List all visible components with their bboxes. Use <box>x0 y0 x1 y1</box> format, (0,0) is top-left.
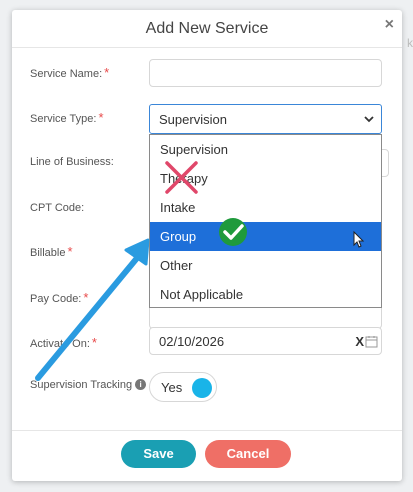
footer-divider <box>12 430 402 431</box>
calendar-icon[interactable] <box>365 335 378 348</box>
service-name-label-text: Service Name: <box>30 68 103 80</box>
dropdown-option-not-applicable[interactable]: Not Applicable <box>150 280 381 309</box>
activate-on-label-text: Activate On: <box>30 338 90 350</box>
supervision-tracking-label: Supervision Tracking i <box>30 379 147 391</box>
add-service-modal: Add New Service × Service Name: * Service… <box>12 10 402 481</box>
close-icon[interactable]: × <box>385 16 394 34</box>
required-marker: * <box>67 244 73 259</box>
chevron-down-icon <box>364 116 374 123</box>
line-of-business-label: Line of Business: <box>30 156 114 168</box>
billable-label: Billable * <box>30 244 73 259</box>
required-marker: * <box>98 110 104 125</box>
pay-code-label-text: Pay Code: <box>30 293 82 305</box>
service-name-input[interactable] <box>149 59 382 87</box>
service-name-label: Service Name: * <box>30 65 109 80</box>
required-marker: * <box>83 290 89 305</box>
activate-on-label: Activate On: * <box>30 335 97 350</box>
cpt-code-label: CPT Code: <box>30 202 85 214</box>
save-button[interactable]: Save <box>121 440 196 468</box>
activate-on-date-input[interactable]: 02/10/2026 X <box>149 327 382 355</box>
background-peek-text: k <box>407 36 413 50</box>
clear-date-button[interactable]: X <box>355 334 364 349</box>
billable-label-text: Billable <box>30 247 66 259</box>
pay-code-label: Pay Code: * <box>30 290 88 305</box>
supervision-tracking-label-text: Supervision Tracking <box>30 379 133 391</box>
service-type-label: Service Type: * <box>30 110 104 125</box>
required-marker: * <box>91 335 97 350</box>
info-icon[interactable]: i <box>135 379 147 390</box>
dropdown-option-intake[interactable]: Intake <box>150 193 381 222</box>
modal-title: Add New Service <box>145 20 269 37</box>
required-marker: * <box>104 65 110 80</box>
cancel-button[interactable]: Cancel <box>205 440 291 468</box>
toggle-knob <box>192 378 212 398</box>
dropdown-option-therapy[interactable]: Therapy <box>150 164 381 193</box>
service-type-select[interactable]: Supervision <box>149 104 382 134</box>
dropdown-option-other[interactable]: Other <box>150 251 381 280</box>
service-type-label-text: Service Type: <box>30 113 97 125</box>
modal-header: Add New Service × <box>12 10 402 48</box>
activate-on-date-value: 02/10/2026 <box>159 334 225 349</box>
dropdown-option-supervision[interactable]: Supervision <box>150 135 381 164</box>
dropdown-option-group[interactable]: Group <box>150 222 381 251</box>
supervision-tracking-toggle[interactable]: Yes <box>149 372 217 402</box>
service-type-dropdown: Supervision Therapy Intake Group Other N… <box>149 134 382 308</box>
toggle-label: Yes <box>161 380 183 395</box>
service-type-selected-value: Supervision <box>159 112 227 127</box>
